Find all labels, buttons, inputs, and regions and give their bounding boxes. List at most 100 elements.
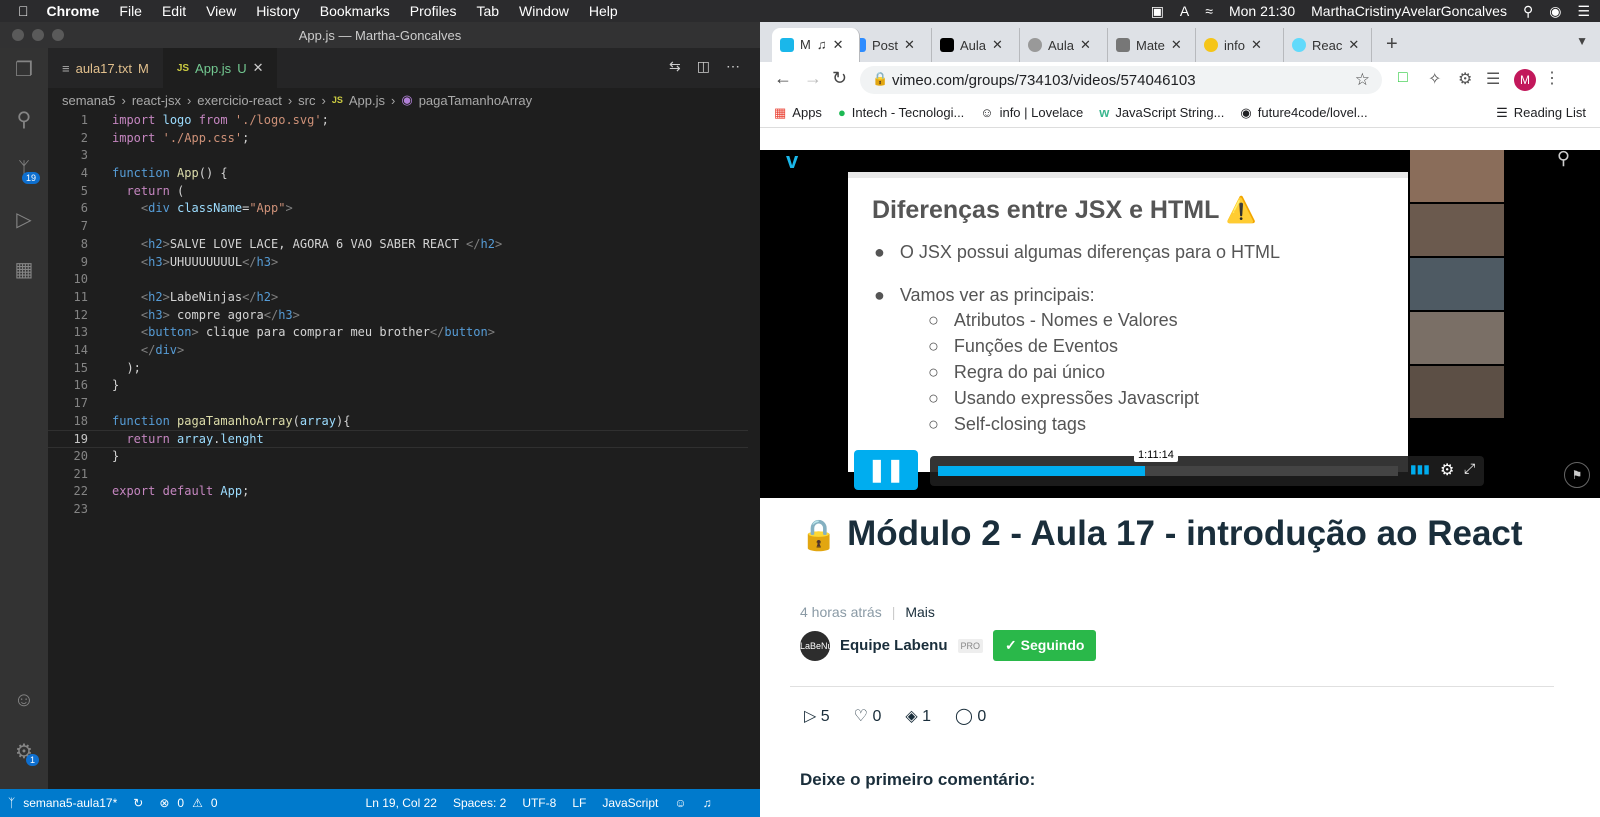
close-tab-icon[interactable]: ✕ (1251, 37, 1262, 53)
close-tab-icon[interactable]: ✕ (833, 33, 844, 57)
extensions-puzzle-icon[interactable]: ⚙ (1458, 69, 1472, 89)
speaker-icon[interactable]: ♫ (817, 33, 827, 57)
breadcrumb-item[interactable]: semana5 (62, 93, 115, 108)
owner-name[interactable]: Equipe Labenu (840, 637, 948, 654)
browser-tab-active[interactable]: M ♫ ✕ (772, 28, 860, 62)
error-count[interactable]: 0 (177, 796, 184, 810)
close-tab-icon[interactable]: ✕ (253, 60, 264, 76)
more-actions-icon[interactable]: ⋯ (726, 58, 740, 75)
more-link[interactable]: Mais (905, 604, 935, 620)
tab-aula17[interactable]: ≡ aula17.txt M (48, 48, 163, 88)
apple-icon[interactable]:  (18, 3, 29, 19)
account-icon[interactable]: ☺ (12, 688, 36, 712)
notifications-bell-icon[interactable]: ♫ (703, 796, 712, 810)
progress-track[interactable]: 1:11:14 (938, 448, 1398, 476)
plays-stat[interactable]: ▷ 5 (804, 706, 830, 726)
split-editor-icon[interactable]: ◫ (697, 58, 710, 75)
feedback-icon[interactable]: ☺ (674, 796, 686, 810)
extension-icon[interactable]: □ (1398, 69, 1408, 87)
bookmark-item[interactable]: ● Intech - Tecnologi... (838, 105, 964, 120)
clock[interactable]: Mon 21:30 (1229, 3, 1295, 19)
breadcrumb-item[interactable]: App.js (349, 93, 385, 108)
menu-edit[interactable]: Edit (162, 3, 186, 19)
bookmark-item[interactable]: w JavaScript String... (1099, 105, 1224, 120)
menu-history[interactable]: History (256, 3, 300, 19)
new-tab-icon[interactable]: + (1386, 33, 1398, 56)
vimeo-logo-icon[interactable]: v (786, 148, 798, 174)
extensions-icon[interactable]: ▦ (12, 258, 36, 282)
compare-icon[interactable]: ⇆ (669, 58, 681, 75)
menu-bookmarks[interactable]: Bookmarks (320, 3, 390, 19)
search-icon[interactable]: ⚲ (1557, 148, 1570, 169)
reload-icon[interactable]: ↻ (832, 68, 847, 89)
breadcrumb-item[interactable]: pagaTamanhoArray (419, 93, 532, 108)
browser-tab[interactable]: info ✕ (1196, 28, 1284, 62)
error-icon[interactable]: ⊗ (159, 796, 169, 810)
explorer-icon[interactable]: ❐ (12, 58, 36, 82)
likes-stat[interactable]: ♡ 0 (854, 706, 882, 726)
close-tab-icon[interactable]: ✕ (1171, 37, 1182, 53)
reading-list[interactable]: ☰ Reading List (1496, 105, 1586, 121)
browser-tab[interactable]: Aula ✕ (932, 28, 1020, 62)
browser-tab[interactable]: Mate ✕ (1108, 28, 1196, 62)
comments-stat[interactable]: ◯ 0 (955, 706, 986, 726)
forward-icon[interactable]: → (804, 68, 822, 89)
end-of-line[interactable]: LF (572, 796, 586, 810)
breadcrumb-item[interactable]: src (298, 93, 315, 108)
close-window-button[interactable] (12, 29, 24, 41)
profile-avatar[interactable]: M (1514, 69, 1536, 91)
menu-help[interactable]: Help (589, 3, 618, 19)
git-branch-icon[interactable]: ᛉ (8, 796, 15, 810)
tab-appjs[interactable]: JS App.js U ✕ (162, 48, 278, 88)
lock-icon[interactable]: 🔒 (872, 71, 888, 87)
menu-profiles[interactable]: Profiles (410, 3, 457, 19)
spotlight-icon[interactable]: ⚲ (1523, 3, 1533, 20)
sync-icon[interactable]: ↻ (133, 796, 143, 810)
encoding[interactable]: UTF-8 (522, 796, 556, 810)
bookmark-item[interactable]: ◉ future4code/lovel... (1240, 105, 1367, 121)
control-center-icon[interactable]: ☰ (1577, 3, 1590, 20)
menu-view[interactable]: View (206, 3, 236, 19)
menu-window[interactable]: Window (519, 3, 569, 19)
close-tab-icon[interactable]: ✕ (904, 37, 915, 53)
siri-icon[interactable]: ◉ (1549, 3, 1561, 20)
pause-button[interactable]: ❚❚ (854, 450, 918, 490)
flag-icon[interactable]: ⚑ (1564, 462, 1590, 488)
tab-search-icon[interactable]: ▼ (1576, 34, 1588, 48)
close-tab-icon[interactable]: ✕ (1080, 37, 1091, 53)
language-mode[interactable]: JavaScript (602, 796, 658, 810)
fullscreen-icon[interactable]: ⤢ (1464, 460, 1475, 477)
cursor-position[interactable]: Ln 19, Col 22 (366, 796, 437, 810)
address-bar[interactable]: 🔒 vimeo.com/groups/734103/videos/5740461… (860, 66, 1382, 94)
collections-stat[interactable]: ◈ 1 (905, 706, 931, 726)
menu-app-name[interactable]: Chrome (47, 3, 100, 19)
zoom-icon[interactable]: ▣ (1151, 3, 1164, 20)
breadcrumb-item[interactable]: exercicio-react (197, 93, 282, 108)
browser-tab[interactable]: Reac ✕ (1284, 28, 1372, 62)
zoom-window-button[interactable] (52, 29, 64, 41)
wifi-icon[interactable]: ≈ (1205, 3, 1213, 19)
bookmark-apps[interactable]: ▦ Apps (774, 105, 822, 121)
follow-button[interactable]: ✓ Seguindo (993, 630, 1097, 661)
video-player[interactable]: v ⚲ Diferenças entre JSX e HTML ⚠️ ● O J… (760, 148, 1600, 498)
media-control-icon[interactable]: ☰ (1486, 69, 1500, 89)
close-tab-icon[interactable]: ✕ (992, 37, 1003, 53)
back-icon[interactable]: ← (774, 68, 792, 89)
git-branch[interactable]: semana5-aula17* (23, 796, 117, 810)
settings-gear-icon[interactable]: ⚙ (1440, 460, 1454, 480)
extension-icon[interactable]: ✧ (1428, 69, 1441, 89)
warning-icon[interactable]: ⚠ (192, 796, 203, 810)
bookmark-star-icon[interactable]: ☆ (1355, 70, 1370, 90)
close-tab-icon[interactable]: ✕ (1348, 37, 1359, 53)
breadcrumb-item[interactable]: react-jsx (132, 93, 181, 108)
code-editor[interactable]: 1 import logo from './logo.svg'; 2 import … (48, 112, 748, 519)
warning-count[interactable]: 0 (211, 796, 218, 810)
indentation[interactable]: Spaces: 2 (453, 796, 506, 810)
owner-avatar[interactable]: LaBeNu (800, 630, 833, 661)
volume-icon[interactable]: ▮▮▮ (1410, 462, 1430, 476)
user-name[interactable]: MarthaCristinyAvelarGoncalves (1311, 3, 1507, 19)
bookmark-item[interactable]: ☺ info | Lovelace (980, 105, 1083, 120)
menu-file[interactable]: File (119, 3, 142, 19)
run-debug-icon[interactable]: ▷ (12, 208, 36, 232)
chrome-menu-icon[interactable]: ⋮ (1544, 68, 1560, 88)
